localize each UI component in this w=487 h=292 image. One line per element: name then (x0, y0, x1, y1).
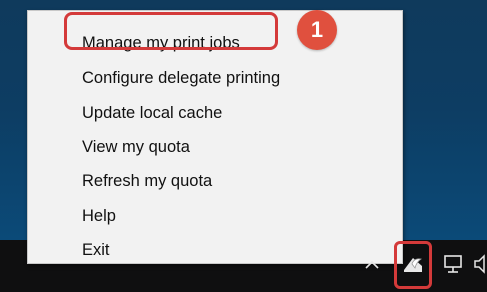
speaker-icon[interactable] (474, 254, 487, 274)
highlight-manage-print-jobs (64, 12, 278, 50)
menu-item-exit[interactable]: Exit (82, 235, 110, 265)
menu-item-view-quota[interactable]: View my quota (82, 132, 190, 162)
network-icon[interactable] (442, 252, 466, 276)
menu-item-update-local-cache[interactable]: Update local cache (82, 98, 222, 128)
step-badge: 1 (297, 10, 337, 50)
chevron-up-icon[interactable] (364, 258, 380, 272)
menu-item-configure-delegate-printing[interactable]: Configure delegate printing (82, 63, 280, 93)
menu-item-refresh-quota[interactable]: Refresh my quota (82, 166, 212, 196)
highlight-tray-icon (394, 241, 432, 289)
menu-item-help[interactable]: Help (82, 201, 116, 231)
